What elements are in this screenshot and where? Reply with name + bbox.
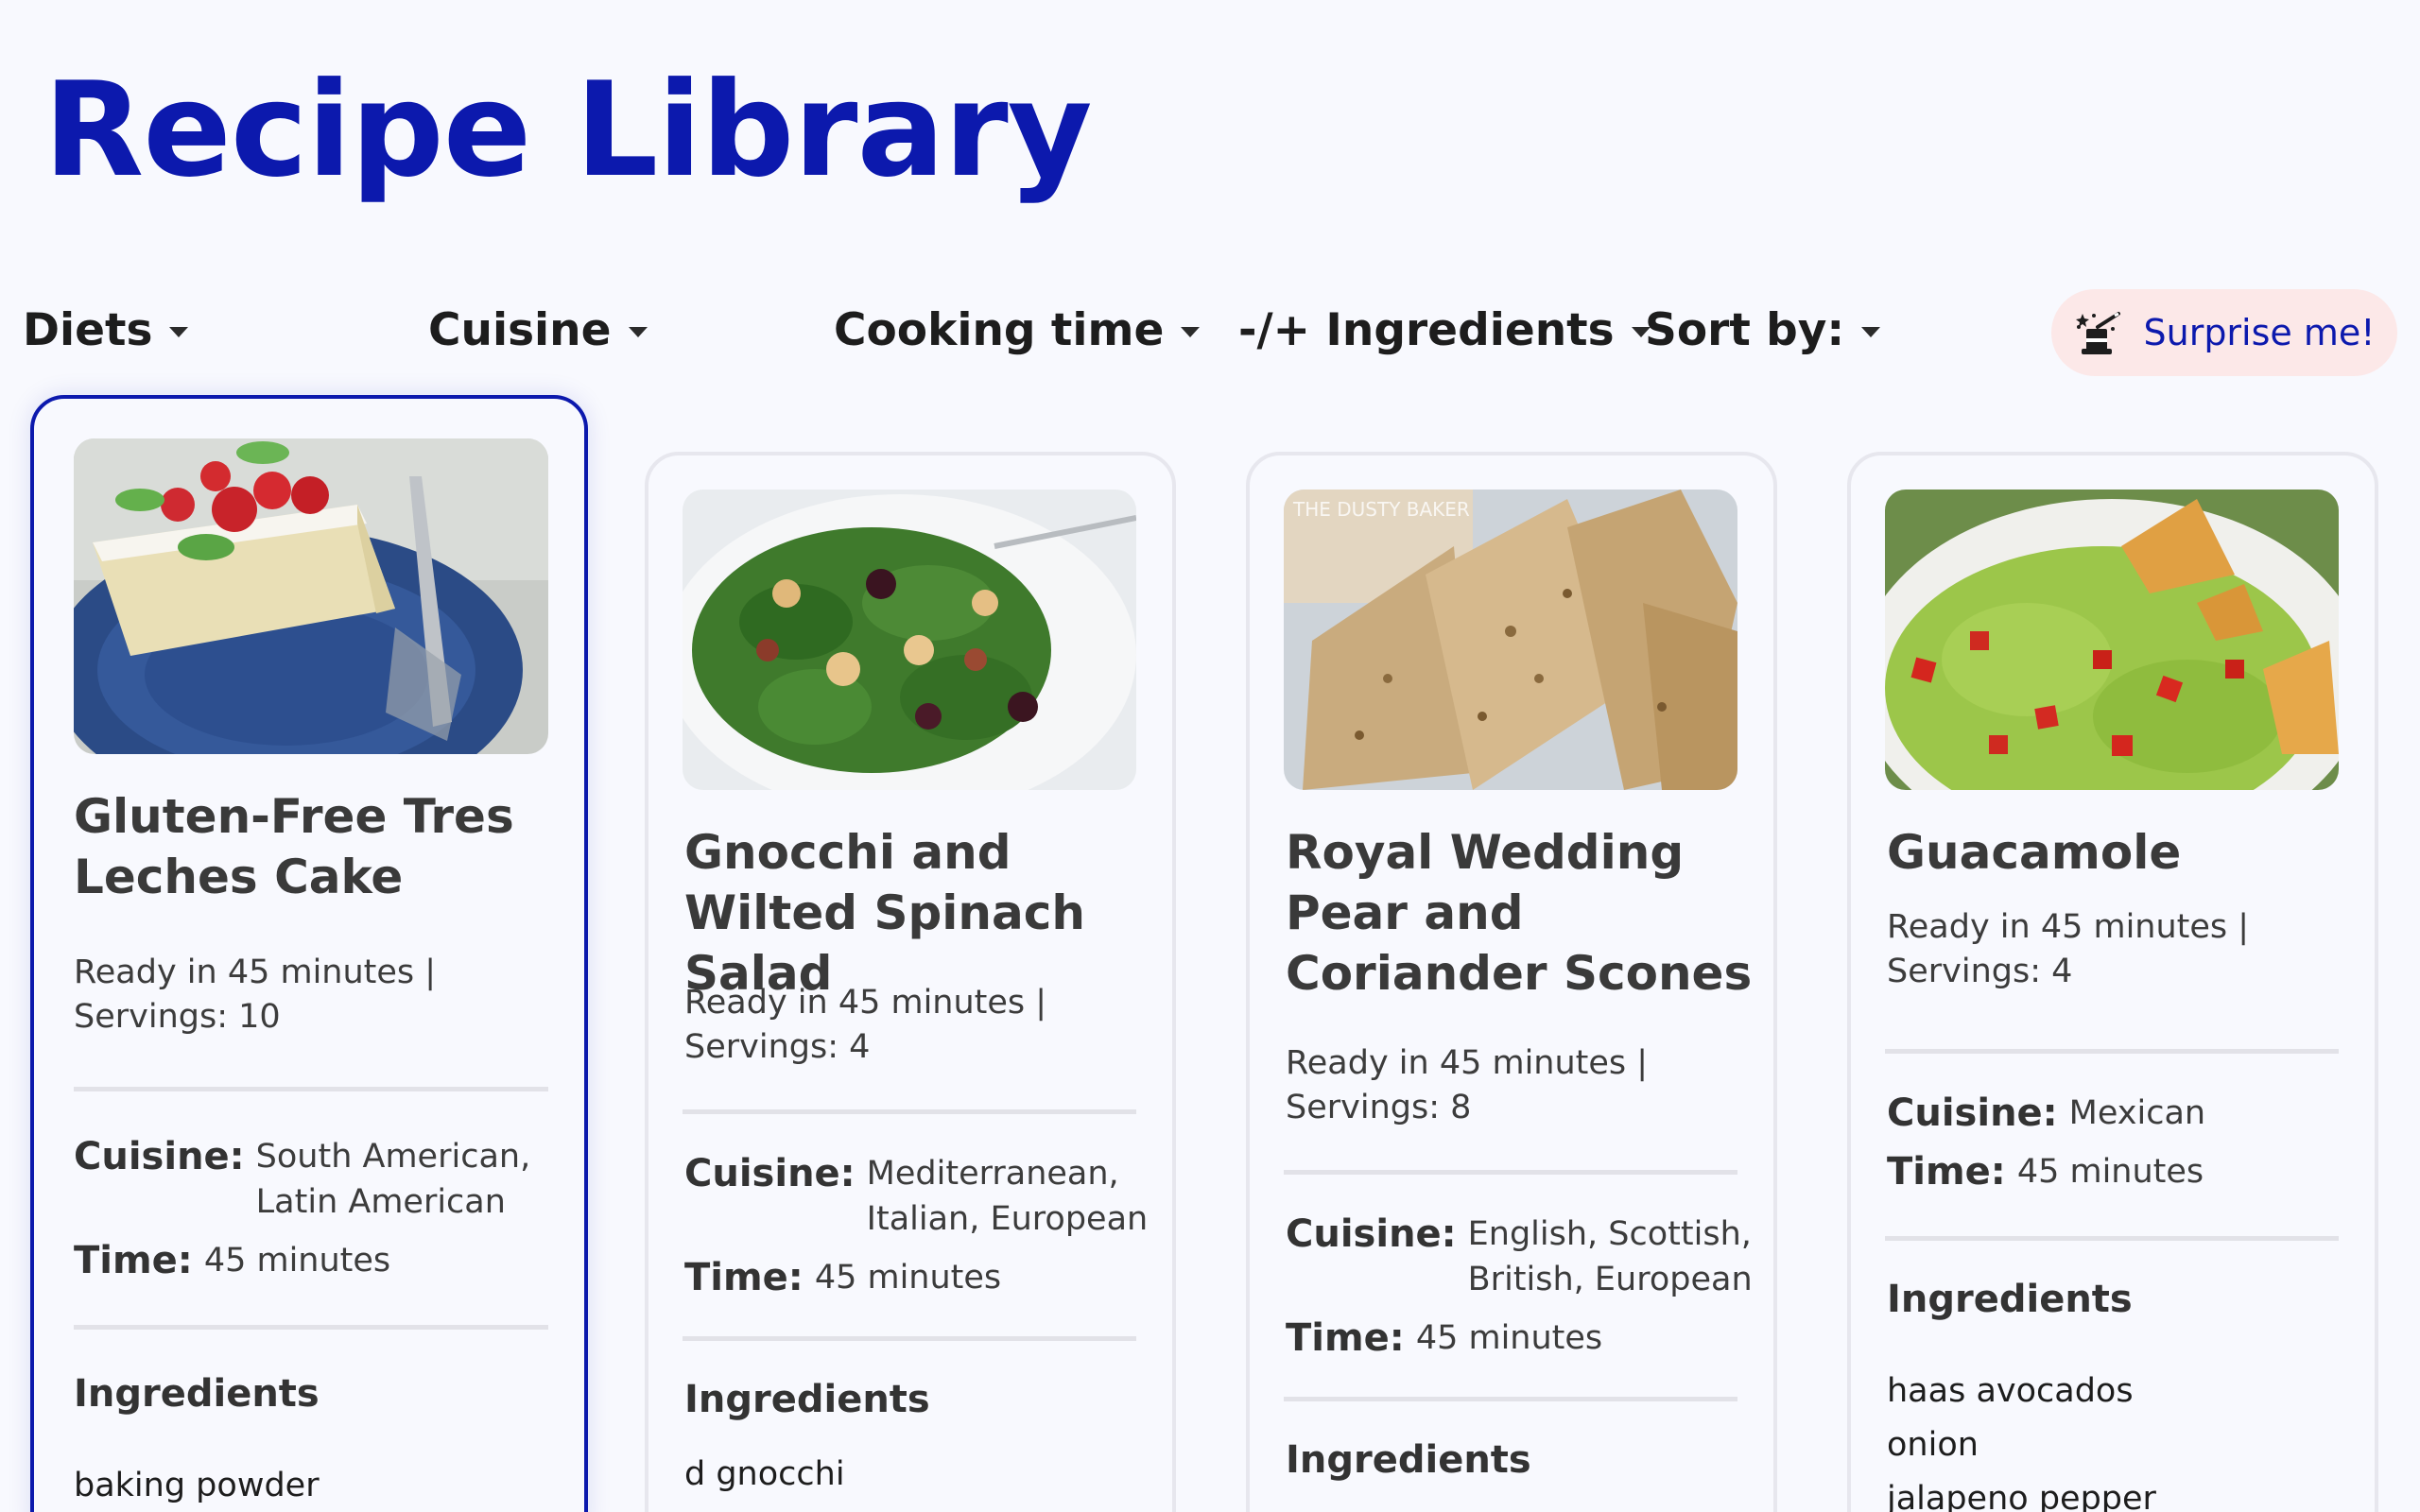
ready-time: Ready in 45 minutes | [1286, 1044, 1649, 1082]
recipe-info: Cuisine: Mediterranean, Italian, Europea… [684, 1151, 1157, 1300]
sort-by-dropdown[interactable]: Sort by: [1645, 304, 1881, 356]
ingredients-heading: Ingredients [1286, 1438, 1531, 1482]
divider [1284, 1170, 1737, 1175]
time-value: 45 minutes [203, 1242, 391, 1280]
recipe-info: Cuisine: Mexican Time: 45 minutes [1887, 1091, 2360, 1194]
photo-watermark: THE DUSTY BAKER [1292, 498, 1470, 521]
ingredients-heading: Ingredients [74, 1372, 320, 1416]
recipe-title[interactable]: Gnocchi and Wilted Spinach Salad [684, 822, 1157, 1004]
recipe-card[interactable]: Guacamole Ready in 45 minutes | Servings… [1847, 452, 2378, 1512]
recipe-title[interactable]: Guacamole [1887, 822, 2360, 883]
divider [74, 1325, 548, 1330]
recipe-card[interactable]: THE DUSTY BAKER Royal Wedding Pear and C… [1246, 452, 1777, 1512]
divider [1885, 1236, 2339, 1241]
cuisine-label: Cuisine: [1286, 1212, 1457, 1256]
time-row: Time: 45 minutes [1286, 1315, 1758, 1361]
ingredient-item: onion [1887, 1426, 1979, 1464]
diets-dropdown-label: Diets [23, 304, 153, 356]
divider [683, 1336, 1136, 1341]
chevron-down-icon [1181, 327, 1201, 337]
ingredient-item: jalapeno pepper [1887, 1480, 2156, 1512]
recipe-photo: THE DUSTY BAKER [1284, 490, 1737, 790]
cuisine-row: Cuisine: Mediterranean, Italian, Europea… [684, 1151, 1157, 1242]
cuisine-label: Cuisine: [1887, 1091, 2058, 1135]
recipe-info: Cuisine: English, Scottish, British, Eur… [1286, 1211, 1758, 1361]
ingredients-list: haas avocados onion jalapeno pepper [1887, 1365, 2156, 1512]
cuisine-value: English, Scottish, British, European [1467, 1215, 1753, 1298]
page-title: Recipe Library [43, 54, 1093, 206]
divider [1885, 1049, 2339, 1054]
cuisine-label: Cuisine: [74, 1135, 245, 1178]
servings: Servings: 10 [74, 998, 281, 1036]
recipe-meta: Ready in 45 minutes | Servings: 4 [1887, 905, 2360, 994]
time-row: Time: 45 minutes [1887, 1149, 2360, 1194]
ingredients-heading: Ingredients [684, 1378, 930, 1421]
cuisine-row: Cuisine: Mexican [1887, 1091, 2360, 1136]
cuisine-value: Mexican [2068, 1094, 2206, 1132]
ready-time: Ready in 45 minutes | [684, 984, 1047, 1022]
divider [683, 1109, 1136, 1114]
sort-by-dropdown-label: Sort by: [1645, 304, 1845, 356]
ingredients-list: baking powder [74, 1459, 320, 1512]
ingredient-item: baking powder [74, 1467, 320, 1504]
ingredients-list: d gnocchi [684, 1448, 845, 1502]
chevron-down-icon [628, 327, 648, 337]
ingredient-item: haas avocados [1887, 1372, 2134, 1410]
recipe-card[interactable]: Gluten-Free Tres Leches Cake Ready in 45… [30, 395, 588, 1512]
time-label: Time: [74, 1239, 193, 1282]
time-label: Time: [684, 1256, 804, 1299]
cooking-time-dropdown-label: Cooking time [834, 304, 1165, 356]
servings: Servings: 4 [684, 1028, 871, 1066]
ingredients-heading: Ingredients [1887, 1278, 2133, 1321]
cuisine-value: South American, Latin American [255, 1138, 531, 1221]
cuisine-row: Cuisine: English, Scottish, British, Eur… [1286, 1211, 1758, 1302]
cuisine-value: Mediterranean, Italian, European [866, 1155, 1149, 1238]
chevron-down-icon [1861, 327, 1881, 337]
time-value: 45 minutes [2016, 1153, 2204, 1191]
recipe-meta: Ready in 45 minutes | Servings: 4 [684, 981, 1157, 1070]
ingredients-dropdown-label: -/+ Ingredients [1238, 304, 1615, 356]
time-label: Time: [1887, 1150, 2006, 1194]
servings: Servings: 8 [1286, 1089, 1472, 1126]
divider [1284, 1397, 1737, 1401]
ready-time: Ready in 45 minutes | [74, 954, 437, 991]
cooking-time-dropdown[interactable]: Cooking time [834, 304, 1201, 356]
recipe-photo [683, 490, 1136, 790]
magic-hat-icon [2076, 312, 2121, 354]
cuisine-row: Cuisine: South American, Latin American [74, 1134, 556, 1225]
recipe-library-page: Recipe Library Diets Cuisine Cooking tim… [0, 0, 2420, 1512]
time-row: Time: 45 minutes [684, 1255, 1157, 1300]
diets-dropdown[interactable]: Diets [23, 304, 189, 356]
servings: Servings: 4 [1887, 953, 2073, 990]
recipe-photo [1885, 490, 2339, 790]
cuisine-dropdown[interactable]: Cuisine [428, 304, 648, 356]
chevron-down-icon [169, 327, 189, 337]
ingredients-dropdown[interactable]: -/+ Ingredients [1238, 304, 1651, 356]
ingredient-item: d gnocchi [684, 1455, 845, 1493]
recipe-info: Cuisine: South American, Latin American … [74, 1134, 556, 1283]
recipe-meta: Ready in 45 minutes | Servings: 8 [1286, 1041, 1758, 1130]
time-value: 45 minutes [814, 1259, 1002, 1297]
ready-time: Ready in 45 minutes | [1887, 908, 2250, 946]
time-label: Time: [1286, 1316, 1405, 1360]
recipe-card[interactable]: Gnocchi and Wilted Spinach Salad Ready i… [645, 452, 1176, 1512]
recipe-title[interactable]: Royal Wedding Pear and Coriander Scones [1286, 822, 1758, 1004]
cuisine-label: Cuisine: [684, 1152, 856, 1195]
cuisine-dropdown-label: Cuisine [428, 304, 612, 356]
time-value: 45 minutes [1415, 1319, 1603, 1357]
recipe-photo [74, 438, 548, 754]
recipe-title[interactable]: Gluten-Free Tres Leches Cake [74, 786, 556, 907]
surprise-me-label: Surprise me! [2143, 312, 2376, 353]
recipe-meta: Ready in 45 minutes | Servings: 10 [74, 951, 556, 1040]
surprise-me-button[interactable]: Surprise me! [2051, 289, 2397, 376]
divider [74, 1087, 548, 1091]
time-row: Time: 45 minutes [74, 1238, 556, 1283]
